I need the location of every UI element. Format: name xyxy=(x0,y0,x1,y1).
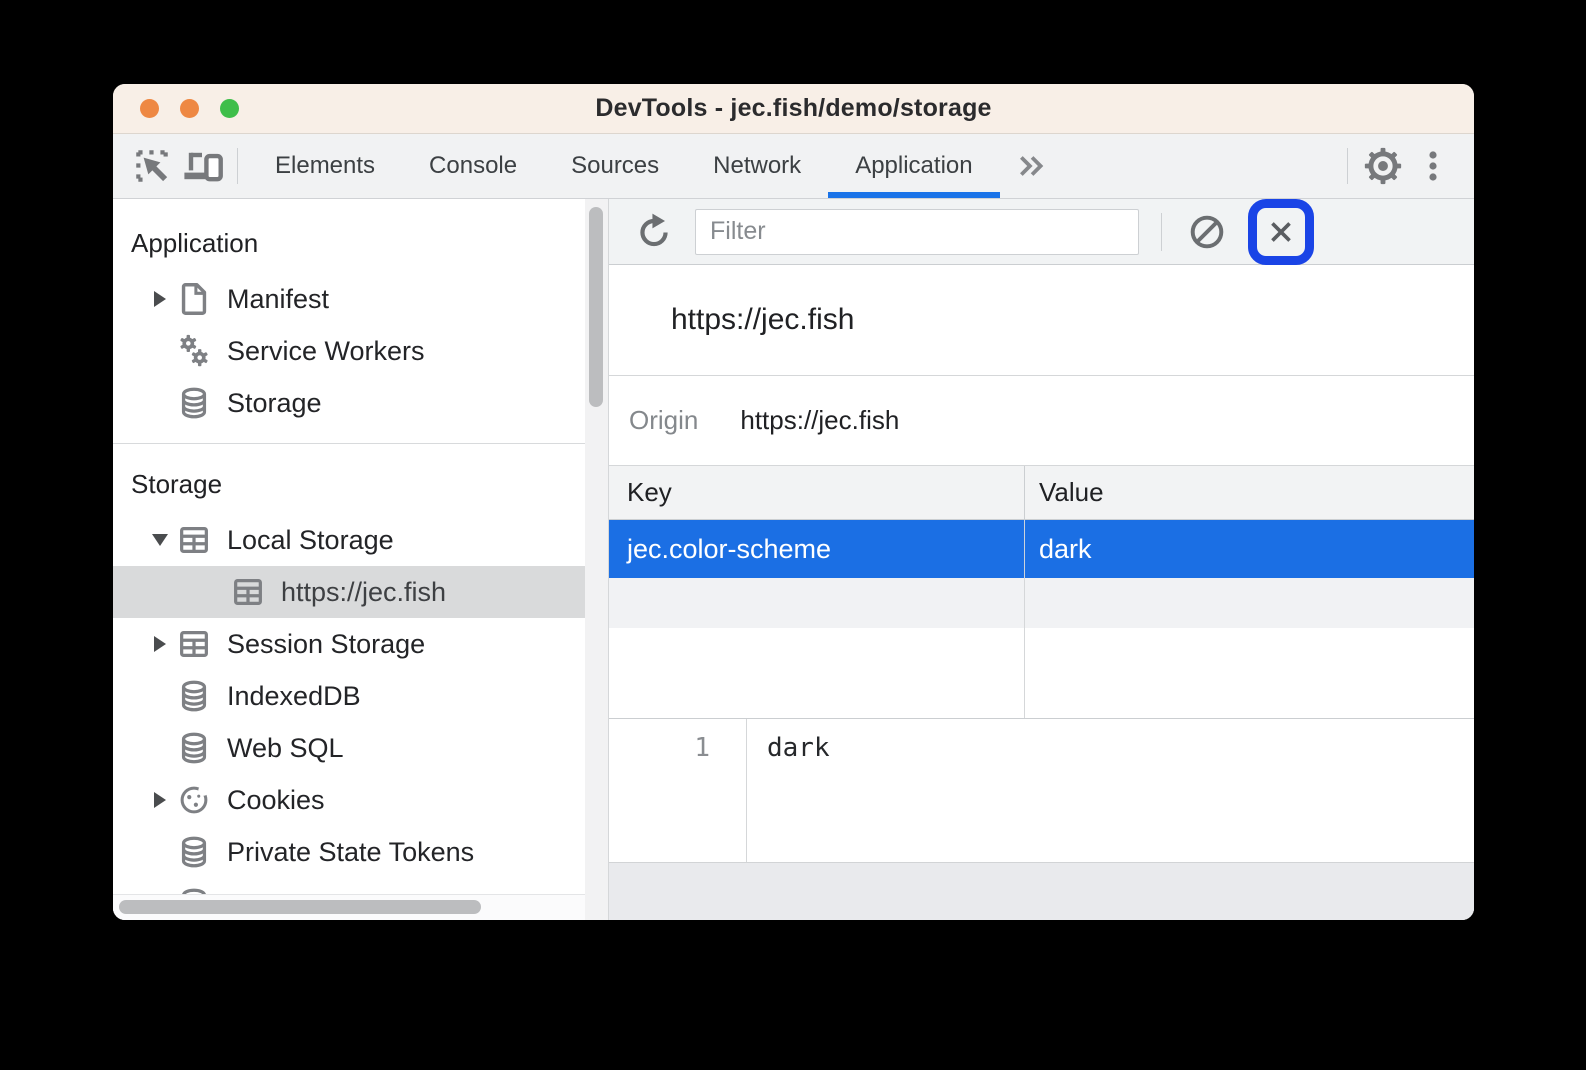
file-icon xyxy=(175,280,213,318)
tabbar-right-controls xyxy=(1337,134,1474,198)
vertical-scrollbar-thumb[interactable] xyxy=(589,207,603,407)
twisty-right-icon[interactable] xyxy=(147,291,173,307)
tab-console[interactable]: Console xyxy=(402,134,544,198)
refresh-button[interactable] xyxy=(627,205,681,259)
devtools-window: DevTools - jec.fish/demo/storage Element… xyxy=(113,84,1474,920)
kebab-menu-icon xyxy=(1413,144,1453,188)
delete-selected-button[interactable] xyxy=(1248,199,1314,265)
grid-row-empty[interactable] xyxy=(609,628,1474,719)
local-storage-panel: https://jec.fish Origin https://jec.fish… xyxy=(609,199,1474,920)
twisty-right-icon[interactable] xyxy=(147,636,173,652)
origin-value: https://jec.fish xyxy=(740,405,899,436)
section-application: Application xyxy=(113,213,585,273)
close-window-button[interactable] xyxy=(140,99,159,118)
horizontal-scrollbar-thumb[interactable] xyxy=(119,900,481,914)
storage-toolbar xyxy=(609,199,1474,265)
key-value-grid: Key Value jec.color-scheme dark xyxy=(609,465,1474,719)
line-number: 1 xyxy=(694,733,710,862)
customize-devtools-button[interactable] xyxy=(1408,134,1458,198)
column-header-value[interactable]: Value xyxy=(1025,466,1474,519)
devtools-tab-bar: Elements Console Sources Network Applica… xyxy=(113,134,1474,199)
table-icon xyxy=(175,625,213,663)
title-bar: DevTools - jec.fish/demo/storage xyxy=(113,84,1474,134)
sidebar-tree: Application Manifest xyxy=(113,199,585,895)
device-toolbar-icon xyxy=(180,144,224,188)
inspect-icon xyxy=(131,145,173,187)
table-icon xyxy=(229,573,267,611)
database-icon xyxy=(175,677,213,715)
twisty-right-icon[interactable] xyxy=(147,792,173,808)
value-preview-pane: 1 dark xyxy=(609,719,1474,862)
sidebar-horizontal-scrollbar xyxy=(113,894,585,920)
sidebar-item-local-storage-jec-fish[interactable]: https://jec.fish xyxy=(113,566,585,618)
sidebar-item-indexeddb[interactable]: IndexedDB xyxy=(113,670,585,722)
inspect-element-button[interactable] xyxy=(127,134,177,198)
tabbar-right-divider xyxy=(1347,148,1348,184)
sidebar-item-manifest[interactable]: Manifest xyxy=(113,273,585,325)
toolbar-divider xyxy=(1161,213,1162,251)
twisty-down-icon[interactable] xyxy=(147,534,173,546)
column-header-key[interactable]: Key xyxy=(609,466,1025,519)
block-icon xyxy=(1185,210,1229,254)
sidebar-item-private-state-tokens[interactable]: Private State Tokens xyxy=(113,826,585,878)
refresh-icon xyxy=(633,211,675,253)
grid-header-row: Key Value xyxy=(609,465,1474,520)
close-x-icon xyxy=(1262,213,1300,251)
sidebar-item-session-storage[interactable]: Session Storage xyxy=(113,618,585,670)
filter-input[interactable] xyxy=(695,209,1139,255)
settings-button[interactable] xyxy=(1358,134,1408,198)
clear-all-button[interactable] xyxy=(1180,205,1234,259)
window-title: DevTools - jec.fish/demo/storage xyxy=(595,94,991,123)
cell-key: jec.color-scheme xyxy=(609,520,1025,578)
gear-icon xyxy=(1361,144,1405,188)
sidebar-item-service-workers[interactable]: Service Workers xyxy=(113,325,585,377)
traffic-lights xyxy=(140,84,239,133)
tab-sources[interactable]: Sources xyxy=(544,134,686,198)
zoom-window-button[interactable] xyxy=(220,99,239,118)
chevron-double-right-icon xyxy=(1014,151,1048,181)
tab-network[interactable]: Network xyxy=(686,134,828,198)
grid-row-selected[interactable]: jec.color-scheme dark xyxy=(609,520,1474,578)
table-icon xyxy=(175,521,213,559)
sidebar-item-web-sql[interactable]: Web SQL xyxy=(113,722,585,774)
sidebar-item-cookies[interactable]: Cookies xyxy=(113,774,585,826)
toggle-device-toolbar-button[interactable] xyxy=(177,134,227,198)
tab-elements[interactable]: Elements xyxy=(248,134,402,198)
grid-row-empty[interactable] xyxy=(609,578,1474,628)
cell-value: dark xyxy=(1025,520,1474,578)
origin-label: Origin xyxy=(629,405,698,436)
sidebar-item-storage[interactable]: Storage xyxy=(113,377,585,429)
storage-url-header: https://jec.fish xyxy=(609,265,1474,376)
database-icon xyxy=(175,384,213,422)
origin-row: Origin https://jec.fish xyxy=(609,376,1474,465)
panel-footer xyxy=(609,862,1474,920)
more-tabs-button[interactable] xyxy=(1000,134,1062,198)
sidebar-item-partial[interactable] xyxy=(113,878,585,895)
sidebar-section-divider xyxy=(113,443,585,444)
gears-icon xyxy=(175,332,213,370)
sidebar-item-local-storage[interactable]: Local Storage xyxy=(113,514,585,566)
devtools-content: Application Manifest xyxy=(113,199,1474,920)
preview-gutter: 1 xyxy=(609,719,747,862)
cookie-icon xyxy=(175,781,213,819)
tabbar-divider xyxy=(237,148,238,184)
sidebar-vertical-scrollbar xyxy=(585,199,609,920)
tab-application[interactable]: Application xyxy=(828,134,999,198)
application-sidebar: Application Manifest xyxy=(113,199,585,920)
database-icon xyxy=(175,729,213,767)
database-icon xyxy=(175,833,213,871)
minimize-window-button[interactable] xyxy=(180,99,199,118)
preview-value[interactable]: dark xyxy=(747,719,830,862)
section-storage: Storage xyxy=(113,454,585,514)
